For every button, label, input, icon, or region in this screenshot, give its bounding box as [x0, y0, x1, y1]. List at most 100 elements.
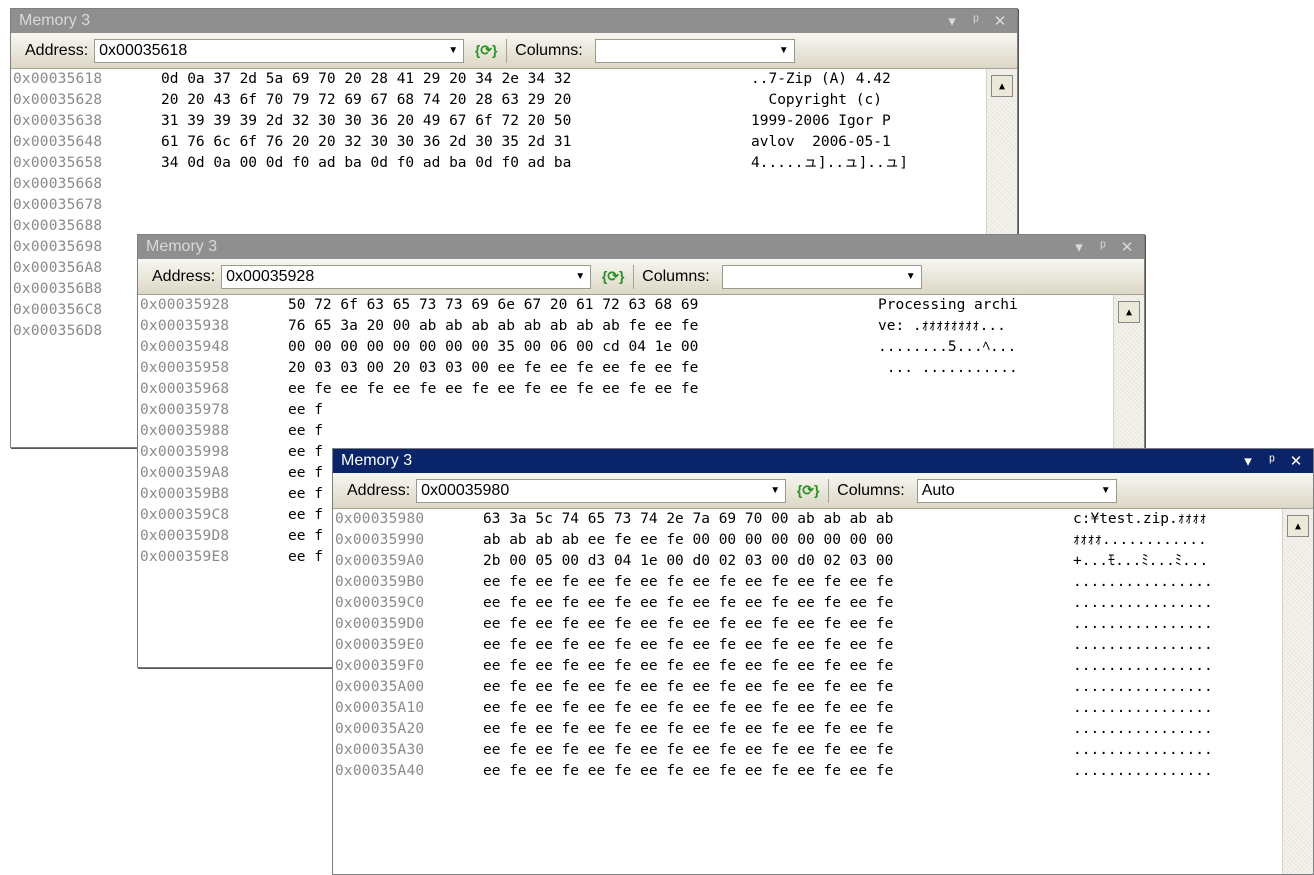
memory-hex-bytes[interactable]: 20 03 03 00 20 03 03 00 ee fe ee fe ee f…	[288, 358, 698, 379]
address-input[interactable]: 0x00035618	[94, 38, 465, 63]
window-menu-icon[interactable]: ▾	[1072, 238, 1086, 256]
memory-ascii[interactable]: ................	[1073, 572, 1213, 593]
memory-ascii[interactable]: ................	[1073, 656, 1213, 677]
memory-ascii[interactable]: ................	[1073, 698, 1213, 719]
chevron-down-icon[interactable]: ▼	[766, 480, 784, 502]
memory-row[interactable]: 0x00035A20 ee fe ee fe ee fe ee fe ee fe …	[333, 719, 1313, 740]
memory-ascii[interactable]: c:¥test.zip.ｫｫｫｫ	[1073, 509, 1207, 530]
memory-hex-bytes[interactable]: ee fe ee fe ee fe ee fe ee fe ee fe ee f…	[483, 614, 893, 635]
memory-row[interactable]: 0x00035668	[11, 174, 1017, 195]
memory-hex-bytes[interactable]: ee f	[288, 505, 323, 526]
memory-ascii[interactable]: ..7-Zip (A) 4.42	[751, 69, 891, 90]
columns-select[interactable]: Auto	[916, 478, 1117, 503]
memory-row[interactable]: 0x00035A40 ee fe ee fe ee fe ee fe ee fe …	[333, 761, 1313, 782]
chevron-down-icon[interactable]: ▼	[571, 266, 589, 288]
memory-grid[interactable]: 0x00035980 63 3a 5c 74 65 73 74 2e 7a 69 …	[333, 509, 1313, 874]
pin-icon[interactable]: ᵖ	[1096, 238, 1110, 256]
title-bar[interactable]: Memory 3 ▾ ᵖ ✕	[333, 449, 1313, 473]
memory-hex-bytes[interactable]: ee fe ee fe ee fe ee fe ee fe ee fe ee f…	[483, 635, 893, 656]
memory-row[interactable]: 0x00035628 20 20 43 6f 70 79 72 69 67 68 …	[11, 90, 1017, 111]
chevron-down-icon[interactable]: ▼	[775, 40, 793, 62]
memory-hex-bytes[interactable]: ee fe ee fe ee fe ee fe ee fe ee fe ee f…	[288, 379, 698, 400]
close-icon[interactable]: ✕	[993, 12, 1007, 30]
memory-hex-bytes[interactable]: ee f	[288, 442, 323, 463]
address-input[interactable]: 0x00035980	[416, 478, 787, 503]
memory-row[interactable]: 0x00035938 76 65 3a 20 00 ab ab ab ab ab …	[138, 316, 1144, 337]
scroll-up-icon[interactable]: ▲	[1118, 301, 1140, 323]
memory-ascii[interactable]: ... ...........	[878, 358, 1018, 379]
memory-ascii[interactable]: 4.....ュ]..ュ]..ュ]	[751, 153, 908, 174]
memory-hex-bytes[interactable]: 0d 0a 37 2d 5a 69 70 20 28 41 29 20 34 2…	[161, 69, 571, 90]
memory-hex-bytes[interactable]: ee fe ee fe ee fe ee fe ee fe ee fe ee f…	[483, 593, 893, 614]
address-input[interactable]: 0x00035928	[221, 264, 592, 289]
memory-row[interactable]: 0x000359B0 ee fe ee fe ee fe ee fe ee fe …	[333, 572, 1313, 593]
memory-ascii[interactable]: ................	[1073, 719, 1213, 740]
memory-row[interactable]: 0x00035958 20 03 03 00 20 03 03 00 ee fe …	[138, 358, 1144, 379]
memory-row[interactable]: 0x00035A30 ee fe ee fe ee fe ee fe ee fe …	[333, 740, 1313, 761]
memory-hex-bytes[interactable]: ee fe ee fe ee fe ee fe ee fe ee fe ee f…	[483, 677, 893, 698]
memory-ascii[interactable]: ｫｫｫｫ............	[1073, 530, 1207, 551]
memory-hex-bytes[interactable]: ee fe ee fe ee fe ee fe ee fe ee fe ee f…	[483, 698, 893, 719]
memory-hex-bytes[interactable]: 50 72 6f 63 65 73 73 69 6e 67 20 61 72 6…	[288, 295, 698, 316]
memory-hex-bytes[interactable]: ee f	[288, 484, 323, 505]
memory-ascii[interactable]: avlov 2006-05-1	[751, 132, 891, 153]
chevron-down-icon[interactable]: ▼	[1097, 480, 1115, 502]
memory-hex-bytes[interactable]: ee fe ee fe ee fe ee fe ee fe ee fe ee f…	[483, 761, 893, 782]
title-bar[interactable]: Memory 3 ▾ ᵖ ✕	[11, 9, 1017, 33]
memory-hex-bytes[interactable]: 20 20 43 6f 70 79 72 69 67 68 74 20 28 6…	[161, 90, 571, 111]
memory-row[interactable]: 0x00035968 ee fe ee fe ee fe ee fe ee fe …	[138, 379, 1144, 400]
pin-icon[interactable]: ᵖ	[1265, 452, 1279, 470]
memory-row[interactable]: 0x00035638 31 39 39 39 2d 32 30 30 36 20 …	[11, 111, 1017, 132]
memory-row[interactable]: 0x00035980 63 3a 5c 74 65 73 74 2e 7a 69 …	[333, 509, 1313, 530]
memory-hex-bytes[interactable]: ee f	[288, 421, 323, 442]
memory-ascii[interactable]: ................	[1073, 614, 1213, 635]
memory-hex-bytes[interactable]: ee fe ee fe ee fe ee fe ee fe ee fe ee f…	[483, 719, 893, 740]
memory-row[interactable]: 0x00035618 0d 0a 37 2d 5a 69 70 20 28 41 …	[11, 69, 1017, 90]
memory-ascii[interactable]: ................	[1073, 761, 1213, 782]
memory-row[interactable]: 0x000359F0 ee fe ee fe ee fe ee fe ee fe …	[333, 656, 1313, 677]
memory-row[interactable]: 0x00035A00 ee fe ee fe ee fe ee fe ee fe …	[333, 677, 1313, 698]
memory-row[interactable]: 0x000359C0 ee fe ee fe ee fe ee fe ee fe …	[333, 593, 1313, 614]
memory-ascii[interactable]: Copyright (c)	[751, 90, 891, 111]
memory-hex-bytes[interactable]: ee f	[288, 463, 323, 484]
memory-ascii[interactable]: +...ﾓ...ﾐ...ﾐ...	[1073, 551, 1208, 572]
memory-row[interactable]: 0x00035990 ab ab ab ab ee fe ee fe 00 00 …	[333, 530, 1313, 551]
refresh-icon[interactable]: {⟳}	[796, 480, 820, 502]
memory-hex-bytes[interactable]: ee fe ee fe ee fe ee fe ee fe ee fe ee f…	[483, 572, 893, 593]
memory-row[interactable]: 0x00035658 34 0d 0a 00 0d f0 ad ba 0d f0 …	[11, 153, 1017, 174]
title-bar[interactable]: Memory 3 ▾ ᵖ ✕	[138, 235, 1144, 259]
memory-row[interactable]: 0x00035978 ee f	[138, 400, 1144, 421]
memory-row[interactable]: 0x000359E0 ee fe ee fe ee fe ee fe ee fe …	[333, 635, 1313, 656]
memory-row[interactable]: 0x00035988 ee f	[138, 421, 1144, 442]
memory-ascii[interactable]: ................	[1073, 635, 1213, 656]
scroll-up-icon[interactable]: ▲	[1287, 515, 1309, 537]
memory-row[interactable]: 0x00035928 50 72 6f 63 65 73 73 69 6e 67 …	[138, 295, 1144, 316]
memory-hex-bytes[interactable]: 2b 00 05 00 d3 04 1e 00 d0 02 03 00 d0 0…	[483, 551, 893, 572]
memory-hex-bytes[interactable]: ee f	[288, 526, 323, 547]
columns-select[interactable]	[721, 264, 922, 289]
memory-hex-bytes[interactable]: 61 76 6c 6f 76 20 20 32 30 30 36 2d 30 3…	[161, 132, 571, 153]
chevron-down-icon[interactable]: ▼	[444, 40, 462, 62]
columns-select[interactable]	[594, 38, 795, 63]
memory-row[interactable]: 0x00035948 00 00 00 00 00 00 00 00 35 00 …	[138, 337, 1144, 358]
memory-ascii[interactable]: ................	[1073, 677, 1213, 698]
close-icon[interactable]: ✕	[1289, 452, 1303, 470]
memory-row[interactable]: 0x00035A10 ee fe ee fe ee fe ee fe ee fe …	[333, 698, 1313, 719]
memory-row[interactable]: 0x000359A0 2b 00 05 00 d3 04 1e 00 d0 02 …	[333, 551, 1313, 572]
memory-hex-bytes[interactable]: 76 65 3a 20 00 ab ab ab ab ab ab ab ab f…	[288, 316, 698, 337]
memory-hex-bytes[interactable]: ee fe ee fe ee fe ee fe ee fe ee fe ee f…	[483, 656, 893, 677]
refresh-icon[interactable]: {⟳}	[474, 40, 498, 62]
memory-ascii[interactable]: Processing archi	[878, 295, 1018, 316]
memory-hex-bytes[interactable]: 63 3a 5c 74 65 73 74 2e 7a 69 70 00 ab a…	[483, 509, 893, 530]
memory-row[interactable]: 0x000359D0 ee fe ee fe ee fe ee fe ee fe …	[333, 614, 1313, 635]
memory-hex-bytes[interactable]: 34 0d 0a 00 0d f0 ad ba 0d f0 ad ba 0d f…	[161, 153, 571, 174]
close-icon[interactable]: ✕	[1120, 238, 1134, 256]
vertical-scrollbar[interactable]: ▲	[1282, 509, 1313, 874]
memory-ascii[interactable]: ........5...ﾍ...	[878, 337, 1016, 358]
pin-icon[interactable]: ᵖ	[969, 12, 983, 30]
memory-ascii[interactable]: ................	[1073, 593, 1213, 614]
window-menu-icon[interactable]: ▾	[945, 12, 959, 30]
chevron-down-icon[interactable]: ▼	[902, 266, 920, 288]
memory-ascii[interactable]: ve: .ｫｫｫｫｫｫｫｫ...	[878, 316, 1006, 337]
memory-hex-bytes[interactable]: 00 00 00 00 00 00 00 00 35 00 06 00 cd 0…	[288, 337, 698, 358]
